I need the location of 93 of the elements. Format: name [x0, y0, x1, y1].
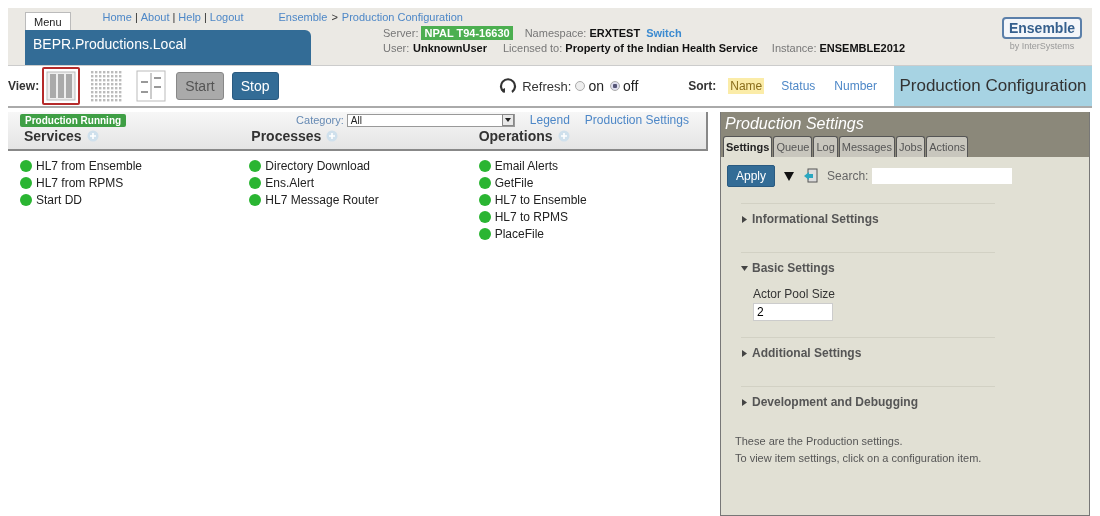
server-label: Server: [383, 27, 419, 39]
config-item[interactable]: Email Alerts [494, 159, 558, 173]
licensed-label: Licensed to: [502, 42, 563, 54]
tab[interactable]: Queue [773, 136, 813, 157]
logo: Ensemble [1001, 17, 1083, 39]
config-item[interactable]: HL7 to Ensemble [494, 193, 587, 207]
instance-label: Instance: [771, 42, 817, 54]
radio-label: off [622, 78, 639, 94]
namespace-label: Namespace: [524, 27, 587, 39]
sort-label: Sort: [688, 79, 717, 93]
breadcrumb-link[interactable]: Production Configuration [341, 11, 463, 23]
config-item[interactable]: HL7 from Ensemble [36, 159, 143, 173]
apply-button[interactable]: Apply [727, 165, 776, 187]
status-badge: Production Running [20, 113, 127, 127]
radio-button[interactable] [609, 81, 620, 91]
status-dot [478, 211, 491, 223]
switch-link[interactable]: Switch [646, 27, 682, 39]
header-link[interactable]: Production Settings [584, 113, 689, 127]
logo-tagline: by InterSystems [1009, 41, 1075, 51]
status-dot [478, 177, 491, 189]
section-title[interactable]: Development and Debugging [752, 395, 918, 409]
expand-arrow-icon[interactable] [741, 264, 748, 272]
sort-option[interactable]: Status [779, 78, 818, 94]
status-dot [478, 160, 491, 172]
status-dot [249, 177, 262, 189]
status-dot [249, 194, 262, 206]
config-item[interactable]: HL7 Message Router [265, 193, 379, 207]
config-item[interactable]: Ens.Alert [265, 176, 314, 190]
column-title: Services [24, 128, 82, 144]
tab[interactable]: Log [813, 136, 838, 157]
search-label: Search: [827, 169, 869, 183]
production-name: BEPR.Productions.Local [25, 30, 311, 65]
nav-link[interactable]: Logout [209, 11, 244, 23]
tab[interactable]: Jobs [895, 136, 926, 157]
expand-arrow-icon[interactable] [741, 349, 748, 357]
dropdown-arrow-icon[interactable] [783, 170, 796, 182]
help-text: To view item settings, click on a configuration item. [735, 451, 983, 466]
refresh-icon [499, 77, 518, 95]
user-value: UnknownUser [413, 42, 487, 54]
tab[interactable]: Actions [926, 136, 969, 157]
nav-link[interactable]: Home [102, 11, 132, 23]
expand-arrow-icon[interactable] [741, 398, 748, 406]
licensed-value: Property of the Indian Health Service [565, 42, 758, 54]
nav-link[interactable]: About [140, 11, 170, 23]
nav-link[interactable]: Help [178, 11, 201, 23]
sort-option[interactable]: Name [728, 78, 765, 94]
section-title[interactable]: Informational Settings [752, 212, 879, 226]
breadcrumb-separator: > [331, 11, 338, 23]
header-link[interactable]: Legend [529, 113, 570, 127]
status-dot [20, 177, 32, 189]
menu-tab[interactable]: Menu [25, 12, 71, 30]
category-label: Category: [296, 114, 344, 126]
tab[interactable]: Messages [838, 136, 895, 157]
nav-separator: | [203, 11, 207, 23]
breadcrumb-link[interactable]: Ensemble [278, 11, 328, 23]
config-item[interactable]: Start DD [36, 193, 82, 207]
namespace-value: ERXTEST [589, 27, 641, 39]
server-badge: NPAL T94-16630 [421, 26, 513, 40]
sort-option[interactable]: Number [832, 78, 879, 94]
config-item[interactable]: HL7 from RPMS [36, 176, 124, 190]
radio-label: on [588, 78, 604, 94]
column-title: Processes [251, 128, 322, 144]
config-item[interactable]: PlaceFile [494, 227, 544, 241]
config-item[interactable]: HL7 to RPMS [494, 210, 568, 224]
category-dropdown[interactable]: All [346, 113, 515, 127]
status-dot [478, 228, 491, 240]
refresh-label: Refresh: [522, 78, 572, 94]
view-label: View: [8, 79, 40, 93]
panel-title: Production Settings [724, 115, 865, 134]
field-label: Actor Pool Size [753, 287, 837, 301]
nav-separator: | [172, 11, 176, 23]
tab[interactable]: Settings [723, 136, 773, 157]
help-text: These are the Production settings. [735, 434, 904, 449]
config-item[interactable]: GetFile [494, 176, 534, 190]
columns-view-icon[interactable] [42, 67, 81, 105]
actor-pool-size-field[interactable]: 2 [753, 303, 833, 321]
status-dot [20, 160, 32, 172]
search-field[interactable] [872, 168, 1013, 184]
page-title: Production Configuration [894, 66, 1092, 106]
config-item[interactable]: Directory Download [265, 159, 371, 173]
nav-separator: | [134, 11, 138, 23]
user-label: User: [383, 42, 410, 54]
status-dot [478, 194, 491, 206]
caret-icon[interactable] [501, 114, 514, 126]
radio-button[interactable] [575, 81, 586, 91]
section-title[interactable]: Basic Settings [752, 261, 835, 275]
section-title[interactable]: Additional Settings [752, 346, 862, 360]
column-title: Operations [478, 128, 553, 144]
status-dot [249, 160, 262, 172]
status-dot [20, 194, 32, 206]
instance-value: ENSEMBLE2012 [819, 42, 906, 54]
expand-arrow-icon[interactable] [741, 215, 748, 223]
stop-button[interactable]: Stop [231, 72, 279, 100]
